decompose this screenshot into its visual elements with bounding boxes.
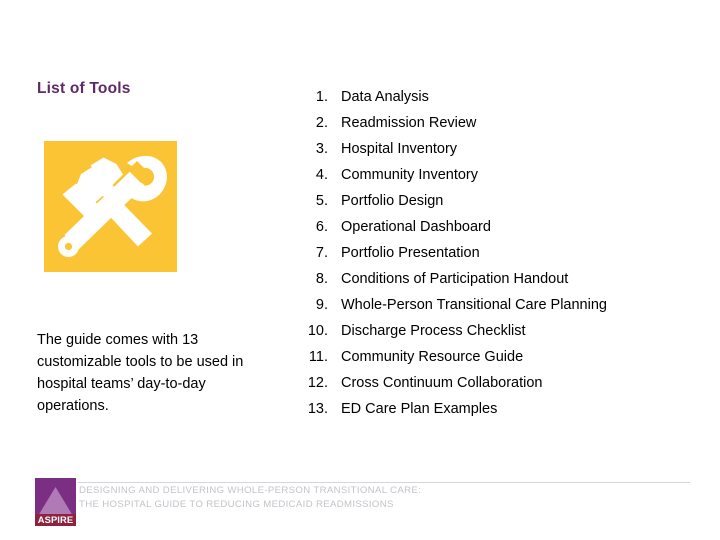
list-item-number: 8. <box>315 271 328 287</box>
list-item: 13. ED Care Plan Examples <box>292 396 708 422</box>
list-item-number: 4. <box>315 167 328 183</box>
list-item-number: 7. <box>315 245 328 261</box>
list-item-label: Community Inventory <box>341 167 478 183</box>
list-item-label: Discharge Process Checklist <box>341 323 526 339</box>
list-item-number: 5. <box>315 193 328 209</box>
list-item-number: 1. <box>315 89 328 105</box>
list-item-label: Operational Dashboard <box>341 219 491 235</box>
footer-guide-title-line1: Designing and Delivering Whole-Person Tr… <box>79 485 422 496</box>
list-item: 3. Hospital Inventory <box>292 136 708 162</box>
aspire-logo: ASPIRE <box>35 478 76 526</box>
list-item: 6. Operational Dashboard <box>292 214 708 240</box>
list-item-number: 3. <box>315 141 328 157</box>
tools-description: The guide comes with 13 customizable too… <box>37 332 244 415</box>
list-item: 2. Readmission Review <box>292 110 708 136</box>
footer-guide-title: Designing and Delivering Whole-Person Tr… <box>79 484 679 511</box>
list-item-number: 11. <box>308 349 328 365</box>
list-item-number: 12. <box>307 375 328 391</box>
footer-guide-title-line2: The Hospital Guide to Reducing Medicaid … <box>79 498 394 510</box>
list-item-label: Portfolio Presentation <box>341 245 480 261</box>
list-item-number: 6. <box>315 219 328 235</box>
list-item-label: ED Care Plan Examples <box>341 401 498 417</box>
list-item: 8. Conditions of Participation Handout <box>292 266 708 292</box>
list-item-label: Whole-Person Transitional Care Planning <box>341 297 607 313</box>
footer-divider <box>78 482 690 483</box>
list-item-number: 9. <box>315 297 328 313</box>
list-item-label: Data Analysis <box>341 89 429 105</box>
slide-canvas: List of Tools The guide comes with 13 cu… <box>0 0 720 540</box>
tool-list: 1. Data Analysis 2. Readmission Review 3… <box>292 84 708 422</box>
page-title: List of Tools <box>37 80 131 97</box>
list-item-label: Cross Continuum Collaboration <box>341 375 543 391</box>
list-item: 10. Discharge Process Checklist <box>292 318 708 344</box>
list-item-number: 10. <box>307 323 328 339</box>
list-item-label: Hospital Inventory <box>341 141 458 157</box>
list-item: 9. Whole-Person Transitional Care Planni… <box>292 292 708 318</box>
list-item-number: 13. <box>307 401 328 417</box>
list-item-label: Conditions of Participation Handout <box>341 271 569 287</box>
list-item: 4. Community Inventory <box>292 162 708 188</box>
list-item-label: Community Resource Guide <box>341 349 524 365</box>
list-item: 7. Portfolio Presentation <box>292 240 708 266</box>
left-column: List of Tools <box>37 80 275 97</box>
list-item-number: 2. <box>315 115 328 131</box>
list-item: 5. Portfolio Design <box>292 188 708 214</box>
list-item: 1. Data Analysis <box>292 84 708 110</box>
hammer-wrench-tools-icon <box>44 141 177 272</box>
list-item-label: Readmission Review <box>341 115 477 131</box>
list-item: 11. Community Resource Guide <box>292 344 708 370</box>
list-item-label: Portfolio Design <box>341 193 444 209</box>
list-item: 12. Cross Continuum Collaboration <box>292 370 708 396</box>
svg-text:ASPIRE: ASPIRE <box>38 514 74 525</box>
